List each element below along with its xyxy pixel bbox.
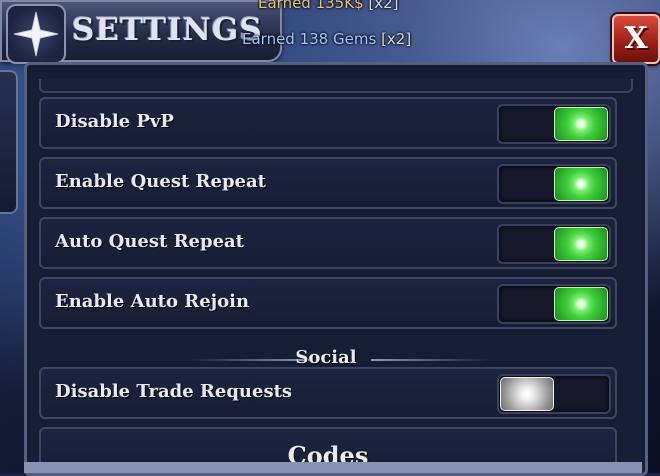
toggle-knob [554, 167, 608, 201]
toggle-disable-pvp[interactable] [497, 104, 611, 144]
setting-label: Auto Quest Repeat [55, 231, 244, 252]
gems-notification: Earned 138 Gems [x2] [242, 30, 412, 48]
side-panel-edge [0, 70, 18, 214]
setting-row-enable-auto-rejoin: Enable Auto Rejoin [39, 277, 617, 329]
setting-row-disable-pvp: Disable PvP [39, 97, 617, 149]
list-item-partial [39, 79, 633, 93]
setting-label: Enable Auto Rejoin [55, 291, 250, 312]
toggle-disable-trade-requests[interactable] [497, 374, 611, 414]
toggle-knob [500, 377, 554, 411]
setting-label: Enable Quest Repeat [55, 171, 266, 192]
toggle-enable-quest-repeat[interactable] [497, 164, 611, 204]
close-button[interactable]: X [612, 14, 660, 64]
toggle-enable-auto-rejoin[interactable] [497, 284, 611, 324]
toggle-knob [554, 287, 608, 321]
page-title: SETTINGS [72, 12, 263, 48]
setting-row-enable-quest-repeat: Enable Quest Repeat [39, 157, 617, 209]
setting-label: Disable Trade Requests [55, 381, 293, 402]
title-plate: SETTINGS [0, 0, 282, 64]
toggle-auto-quest-repeat[interactable] [497, 224, 611, 264]
settings-list[interactable]: Disable PvP Enable Quest Repeat Auto Que… [39, 79, 633, 473]
settings-panel: Disable PvP Enable Quest Repeat Auto Que… [24, 62, 648, 476]
panel-bottom-border [24, 462, 642, 473]
money-notification: Earned 135K$ [x2] [258, 0, 399, 12]
setting-row-auto-quest-repeat: Auto Quest Repeat [39, 217, 617, 269]
setting-label: Disable PvP [55, 111, 174, 132]
toggle-knob [554, 227, 608, 261]
toggle-knob [554, 107, 608, 141]
setting-row-disable-trade-requests: Disable Trade Requests [39, 367, 617, 419]
star-icon [6, 4, 66, 64]
